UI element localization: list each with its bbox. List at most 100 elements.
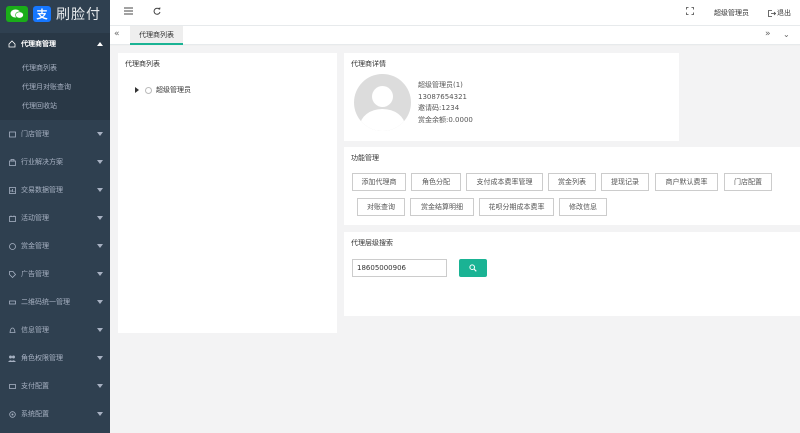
current-user-label[interactable]: 超级管理员: [714, 8, 749, 18]
hierarchy-search-panel: 代理层级搜索 18605000906: [344, 232, 800, 316]
tab-scroll-left-icon[interactable]: «: [114, 29, 120, 39]
sidebar-item-info-management[interactable]: 信息管理: [0, 316, 110, 344]
chevron-down-icon: [97, 412, 103, 416]
sidebar-item-system-config[interactable]: 系统配置: [0, 400, 110, 428]
reconcile-query-button[interactable]: 对账查询: [357, 198, 405, 216]
panel-title: 代理商列表: [125, 60, 160, 68]
chevron-down-icon: [97, 384, 103, 388]
submenu-item-monthly-reconcile[interactable]: 代理月对账查询: [0, 78, 110, 97]
chevron-down-icon: [97, 244, 103, 248]
alipay-logo-icon: 支: [33, 6, 51, 22]
sidebar-item-industry-solutions[interactable]: 行业解决方案: [0, 148, 110, 176]
activity-icon: [8, 214, 16, 222]
refresh-icon[interactable]: [153, 7, 161, 18]
chevron-down-icon: [97, 356, 103, 360]
fullscreen-icon[interactable]: [686, 7, 694, 18]
tag-icon: [8, 270, 16, 278]
sidebar-item-label: 门店管理: [21, 130, 49, 138]
payment-cost-rate-button[interactable]: 支付成本费率管理: [466, 173, 543, 191]
menu-toggle-icon[interactable]: [124, 7, 133, 18]
sidebar-item-label: 广告管理: [21, 270, 49, 278]
chevron-up-icon: [97, 42, 103, 46]
bell-icon: [8, 326, 16, 334]
qrcode-icon: [8, 298, 16, 306]
logout-icon: [768, 9, 776, 17]
agent-balance: 赏金余额:0.0000: [418, 115, 473, 124]
tree-node-label: 超级管理员: [156, 86, 191, 94]
sidebar-item-store-management[interactable]: 门店管理: [0, 120, 110, 148]
tree-node-root[interactable]: 超级管理员: [135, 85, 191, 95]
function-management-panel: 功能管理 添加代理商 角色分配 支付成本费率管理 赏金列表 提现记录 商户默认费…: [344, 147, 800, 225]
sidebar-item-label: 系统配置: [21, 410, 49, 418]
agent-detail-panel: 代理商详情 超级管理员(1) 13087654321 邀请码:1234 赏金余额…: [344, 53, 679, 141]
submenu-agent: 代理商列表 代理月对账查询 代理回收站: [0, 55, 110, 120]
sidebar-item-bounty-management[interactable]: 赏金管理: [0, 232, 110, 260]
sidebar-item-label: 行业解决方案: [21, 158, 63, 166]
sidebar-item-label: 角色权限管理: [21, 354, 63, 362]
add-agent-button[interactable]: 添加代理商: [352, 173, 406, 191]
agent-name: 超级管理员(1): [418, 81, 463, 89]
sidebar-item-label: 赏金管理: [21, 242, 49, 250]
panel-title: 代理商详情: [351, 60, 386, 68]
sidebar-item-payment-config[interactable]: 支付配置: [0, 372, 110, 400]
search-icon: [469, 264, 477, 272]
tab-options-chevron-down-icon[interactable]: ⌄: [783, 30, 790, 39]
agent-tree-panel: 代理商列表 超级管理员: [118, 53, 337, 333]
sidebar-item-label: 活动管理: [21, 214, 49, 222]
panel-title: 功能管理: [351, 154, 379, 162]
caret-right-icon[interactable]: [135, 87, 139, 93]
submenu-item-agent-list[interactable]: 代理商列表: [0, 59, 110, 78]
tab-bar: « 代理商列表 » ⌄: [110, 26, 800, 45]
panel-title: 代理层级搜索: [351, 239, 393, 247]
withdraw-records-button[interactable]: 提现记录: [601, 173, 649, 191]
avatar: [354, 74, 411, 131]
industry-icon: [8, 158, 16, 166]
chevron-down-icon: [97, 188, 103, 192]
chevron-down-icon: [97, 272, 103, 276]
chevron-down-icon: [97, 300, 103, 304]
sidebar-item-ad-management[interactable]: 广告管理: [0, 260, 110, 288]
sidebar-item-agent-management[interactable]: 代理商管理: [0, 33, 110, 55]
search-button[interactable]: [459, 259, 487, 277]
merchant-default-rate-button[interactable]: 商户默认费率: [655, 173, 718, 191]
sidebar: 支 刷脸付 代理商管理 代理商列表 代理月对账查询 代理回收站 门店管理 行业解…: [0, 0, 110, 433]
bounty-list-button[interactable]: 赏金列表: [548, 173, 596, 191]
chart-icon: [8, 186, 16, 194]
wechat-logo-icon: [6, 6, 28, 22]
huabei-installment-rate-button[interactable]: 花呗分期成本费率: [479, 198, 554, 216]
search-input[interactable]: 18605000906: [352, 259, 447, 277]
edit-info-button[interactable]: 修改信息: [559, 198, 607, 216]
role-assign-button[interactable]: 角色分配: [411, 173, 461, 191]
logout-label: 退出: [777, 9, 791, 17]
sidebar-item-qrcode-management[interactable]: 二维码统一管理: [0, 288, 110, 316]
sidebar-item-label: 信息管理: [21, 326, 49, 334]
user-icon: [145, 86, 152, 94]
submenu-item-recycle-bin[interactable]: 代理回收站: [0, 97, 110, 116]
agent-invite-code: 邀请码:1234: [418, 104, 460, 112]
sidebar-item-label: 支付配置: [21, 382, 49, 390]
sidebar-item-label: 二维码统一管理: [21, 298, 70, 306]
chevron-down-icon: [97, 160, 103, 164]
sidebar-item-label: 交易数据管理: [21, 186, 63, 194]
sidebar-item-role-permission[interactable]: 角色权限管理: [0, 344, 110, 372]
chevron-down-icon: [97, 132, 103, 136]
bounty-settlement-button[interactable]: 赏金结算明细: [410, 198, 474, 216]
sidebar-item-label: 代理商管理: [21, 40, 56, 48]
chevron-down-icon: [97, 328, 103, 332]
card-icon: [8, 382, 16, 390]
sidebar-item-activity-management[interactable]: 活动管理: [0, 204, 110, 232]
sidebar-item-transaction-data[interactable]: 交易数据管理: [0, 176, 110, 204]
agent-detail-info: 超级管理员(1) 13087654321 邀请码:1234 赏金余额:0.000…: [418, 80, 473, 126]
tab-agent-list[interactable]: 代理商列表: [130, 26, 183, 45]
users-icon: [8, 354, 16, 362]
content-area: 代理商列表 超级管理员 代理商详情 超级管理员(1) 13087654321 邀…: [110, 46, 800, 433]
chevron-down-icon: [97, 216, 103, 220]
logout-button[interactable]: 退出: [768, 8, 791, 18]
home-icon: [8, 40, 16, 48]
gear-icon: [8, 410, 16, 418]
agent-phone: 13087654321: [418, 92, 467, 101]
logo: 支 刷脸付: [0, 0, 110, 28]
top-bar: 超级管理员 退出: [110, 0, 800, 26]
tab-scroll-right-icon[interactable]: »: [765, 29, 771, 39]
store-config-button[interactable]: 门店配置: [724, 173, 772, 191]
